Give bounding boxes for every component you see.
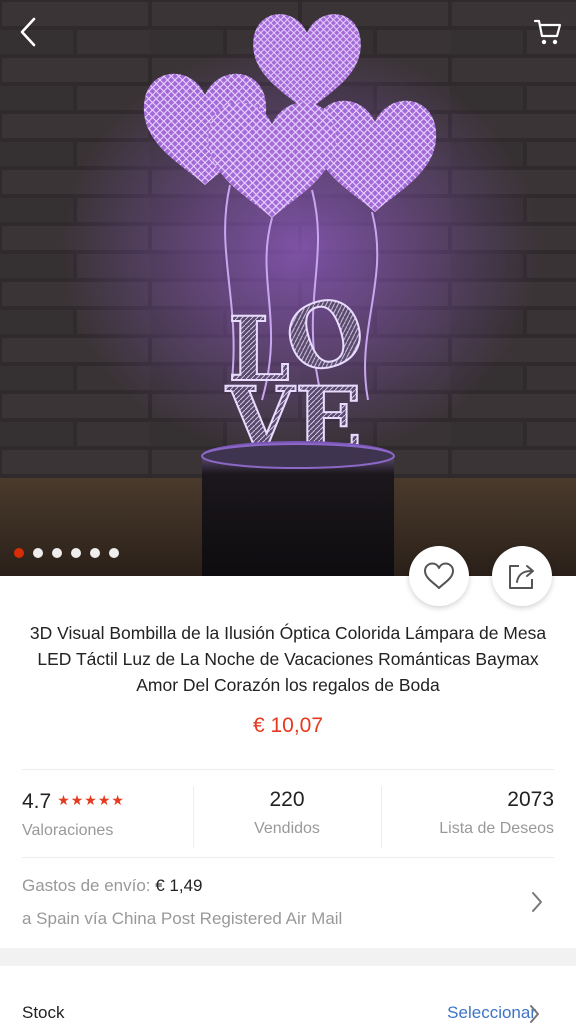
wishlist-stat: 2073 Lista de Deseos bbox=[439, 786, 554, 846]
chevron-right-icon[interactable] bbox=[528, 1003, 542, 1024]
chevron-left-icon bbox=[20, 17, 36, 47]
gallery-dot[interactable] bbox=[52, 548, 62, 558]
gallery-dot[interactable] bbox=[90, 548, 100, 558]
stock-label: Stock bbox=[22, 1003, 65, 1022]
gallery-dot[interactable] bbox=[71, 548, 81, 558]
section-separator bbox=[0, 948, 576, 966]
gallery-dot[interactable] bbox=[14, 548, 24, 558]
product-price: € 10,07 bbox=[252, 714, 324, 737]
sold-label: Vendidos bbox=[254, 820, 320, 837]
share-icon bbox=[509, 565, 534, 589]
lamp-photo: L O V E bbox=[0, 0, 576, 576]
wishlist-label: Lista de Deseos bbox=[439, 820, 554, 837]
gallery-dot[interactable] bbox=[33, 548, 43, 558]
rating-value: 4.7 bbox=[22, 790, 52, 813]
rating-label: Valoraciones bbox=[22, 822, 114, 839]
divider bbox=[22, 769, 554, 770]
select-option-link[interactable]: Seleccionar bbox=[447, 1003, 536, 1023]
shipping-label: Gastos de envío: bbox=[22, 876, 156, 895]
product-image[interactable]: L O V E bbox=[0, 0, 576, 576]
divider bbox=[22, 857, 554, 858]
sold-stat: 220 Vendidos bbox=[193, 786, 381, 846]
shipping-row[interactable]: Gastos de envío: € 1,49 a Spain vía Chin… bbox=[22, 874, 542, 931]
shipping-cost: € 1,49 bbox=[155, 876, 203, 895]
gallery-dot[interactable] bbox=[109, 548, 119, 558]
product-title: 3D Visual Bombilla de la Ilusión Óptica … bbox=[29, 623, 547, 695]
cart-icon bbox=[533, 19, 562, 45]
cart-button[interactable] bbox=[528, 12, 568, 52]
back-button[interactable] bbox=[8, 12, 48, 52]
favorite-button[interactable] bbox=[409, 546, 469, 606]
stats-row: 4.7 ★★★★★ Valoraciones 220 Vendidos 2073 … bbox=[0, 786, 576, 846]
wishlist-count: 2073 bbox=[507, 788, 554, 811]
shipping-route: a Spain vía China Post Registered Air Ma… bbox=[22, 909, 343, 928]
heart-outline-icon bbox=[424, 562, 454, 589]
rating-stat[interactable]: 4.7 ★★★★★ Valoraciones bbox=[22, 786, 125, 846]
share-button[interactable] bbox=[492, 546, 552, 606]
sold-count: 220 bbox=[269, 788, 305, 811]
star-rating-icon: ★★★★★ bbox=[57, 792, 125, 808]
gallery-indicator bbox=[14, 548, 119, 558]
chevron-right-icon[interactable] bbox=[530, 890, 544, 914]
